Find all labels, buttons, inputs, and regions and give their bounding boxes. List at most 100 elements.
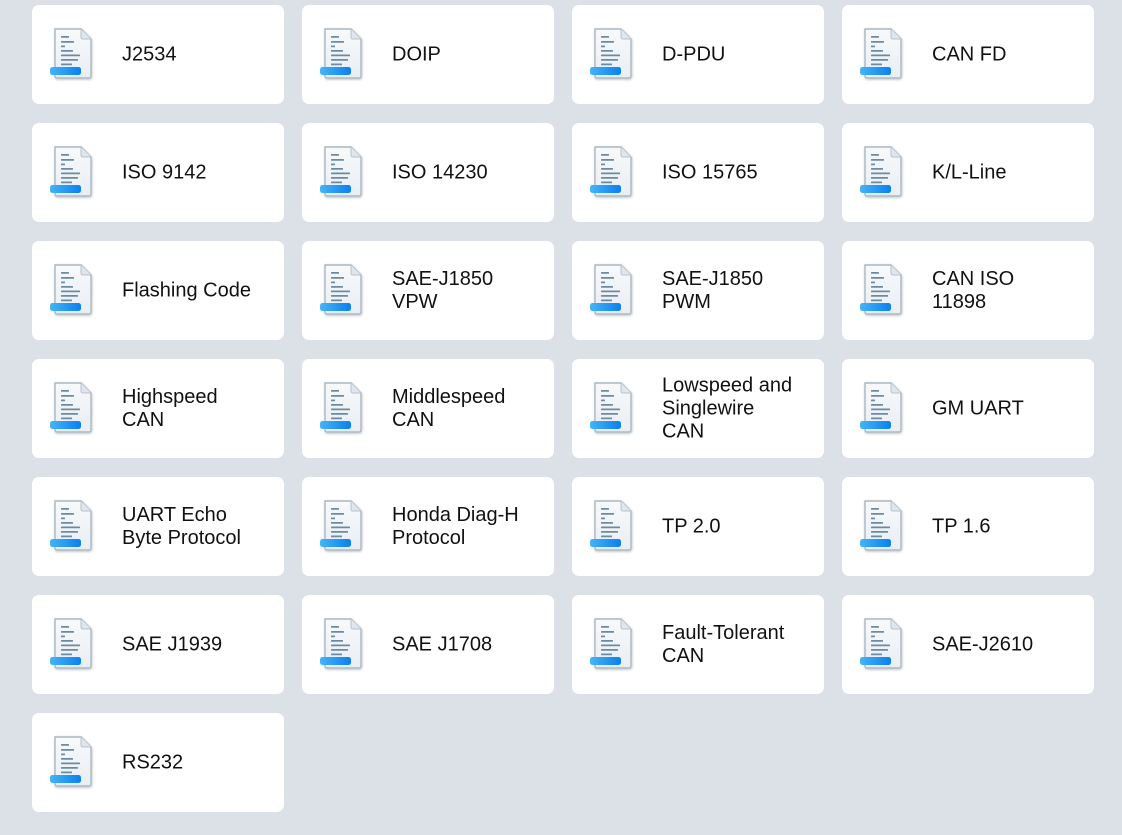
protocol-label: Highspeed CAN (122, 386, 274, 432)
document-icon (858, 616, 908, 672)
document-icon (318, 26, 368, 82)
protocol-label: ISO 15765 (662, 161, 814, 184)
protocol-label-line: K/L-Line (932, 161, 1007, 183)
protocol-label-line: VPW (392, 290, 438, 313)
protocol-label: J2534 (122, 43, 274, 66)
protocol-label: Honda Diag-H Protocol (392, 504, 544, 550)
protocol-label: SAE-J2610 (932, 633, 1084, 656)
protocol-label-line: SAE J1939 (122, 633, 223, 655)
document-icon (318, 262, 368, 318)
protocol-label-line: J2534 (122, 43, 177, 65)
document-icon (858, 144, 908, 200)
protocol-label-line: Highspeed (122, 385, 218, 408)
protocol-card-flashing-code[interactable]: Flashing Code (32, 241, 284, 340)
protocol-label-line: CAN (392, 408, 435, 431)
document-icon (48, 734, 98, 790)
document-icon (588, 144, 638, 200)
protocol-label: ISO 9142 (122, 161, 274, 184)
protocol-card-iso-15765[interactable]: ISO 15765 (572, 123, 824, 222)
document-icon (48, 262, 98, 318)
protocol-label: D-PDU (662, 43, 814, 66)
document-icon (48, 380, 98, 436)
protocol-label: RS232 (122, 751, 274, 774)
protocol-card-iso-14230[interactable]: ISO 14230 (302, 123, 554, 222)
protocol-label: SAE J1939 (122, 633, 274, 656)
protocol-label-line: PWM (662, 290, 711, 313)
protocol-label-line: DOIP (392, 43, 441, 65)
protocol-card-honda-diag-h-protocol[interactable]: Honda Diag-H Protocol (302, 477, 554, 576)
protocol-card-fault-tolerant-can[interactable]: Fault-Tolerant CAN (572, 595, 824, 694)
document-icon (858, 26, 908, 82)
document-icon (48, 144, 98, 200)
protocol-label-line: Byte Protocol (122, 526, 241, 549)
protocol-label-line: SAE J1708 (392, 633, 493, 655)
protocol-card-sae-j1708[interactable]: SAE J1708 (302, 595, 554, 694)
protocol-label-line: GM UART (932, 397, 1024, 419)
protocol-label-line: ISO 15765 (662, 161, 758, 183)
protocol-label-line: CAN (662, 644, 705, 667)
protocol-card-rs232[interactable]: RS232 (32, 713, 284, 812)
document-icon (858, 380, 908, 436)
protocol-label-line: TP 1.6 (932, 515, 991, 537)
protocol-card-gm-uart[interactable]: GM UART (842, 359, 1094, 458)
protocol-label: TP 1.6 (932, 515, 1084, 538)
document-icon (48, 498, 98, 554)
protocol-card-lowspeed-and-singlewire-can[interactable]: Lowspeed and Singlewire CAN (572, 359, 824, 458)
protocol-label-line: Singlewire (662, 397, 755, 419)
protocol-card-can-iso-11898[interactable]: CAN ISO 11898 (842, 241, 1094, 340)
document-icon (588, 26, 638, 82)
protocol-card-middlespeed-can[interactable]: Middlespeed CAN (302, 359, 554, 458)
protocol-card-doip[interactable]: DOIP (302, 5, 554, 104)
protocol-label-line: CAN FD (932, 43, 1007, 65)
protocol-label-line: Protocol (392, 526, 466, 549)
protocol-label-line: Honda Diag-H (392, 503, 519, 526)
protocol-label: SAE-J1850 VPW (392, 268, 544, 314)
protocol-label: UART Echo Byte Protocol (122, 504, 274, 550)
document-icon (318, 144, 368, 200)
protocol-card-can-fd[interactable]: CAN FD (842, 5, 1094, 104)
protocol-label: Fault-Tolerant CAN (662, 622, 814, 668)
protocol-label-line: TP 2.0 (662, 515, 721, 537)
protocol-card-d-pdu[interactable]: D-PDU (572, 5, 824, 104)
protocol-card-tp-1-6[interactable]: TP 1.6 (842, 477, 1094, 576)
protocol-label: CAN ISO 11898 (932, 268, 1084, 314)
protocol-card-sae-j1850-vpw[interactable]: SAE-J1850 VPW (302, 241, 554, 340)
protocol-card-sae-j1850-pwm[interactable]: SAE-J1850 PWM (572, 241, 824, 340)
document-icon (48, 616, 98, 672)
protocol-card-highspeed-can[interactable]: Highspeed CAN (32, 359, 284, 458)
protocol-label-line: SAE-J2610 (932, 633, 1034, 655)
protocol-card-j2534[interactable]: J2534 (32, 5, 284, 104)
protocol-label: Flashing Code (122, 279, 274, 302)
document-icon (858, 262, 908, 318)
protocol-label: DOIP (392, 43, 544, 66)
protocol-label: TP 2.0 (662, 515, 814, 538)
protocol-label-line: Fault-Tolerant (662, 621, 785, 644)
protocol-card-uart-echo-byte-protocol[interactable]: UART Echo Byte Protocol (32, 477, 284, 576)
protocol-label-line: Middlespeed (392, 385, 506, 408)
protocol-label-line: D-PDU (662, 43, 726, 65)
document-icon (588, 262, 638, 318)
document-icon (588, 616, 638, 672)
document-icon (858, 498, 908, 554)
protocol-card-sae-j2610[interactable]: SAE-J2610 (842, 595, 1094, 694)
protocol-label-line: CAN ISO (932, 267, 1015, 290)
protocol-card-k-l-line[interactable]: K/L-Line (842, 123, 1094, 222)
document-icon (318, 380, 368, 436)
protocol-card-iso-9142[interactable]: ISO 9142 (32, 123, 284, 222)
document-icon (318, 498, 368, 554)
protocol-label-line: ISO 9142 (122, 161, 207, 183)
document-icon (588, 380, 638, 436)
document-icon (588, 498, 638, 554)
protocol-label: Lowspeed and Singlewire CAN (662, 374, 814, 443)
protocol-card-sae-j1939[interactable]: SAE J1939 (32, 595, 284, 694)
document-icon (318, 616, 368, 672)
protocol-label: SAE J1708 (392, 633, 544, 656)
protocol-card-tp-2-0[interactable]: TP 2.0 (572, 477, 824, 576)
protocol-label-line: SAE-J1850 (662, 267, 764, 290)
protocol-label: K/L-Line (932, 161, 1084, 184)
protocol-label: Middlespeed CAN (392, 386, 544, 432)
protocol-label-line: UART Echo (122, 503, 227, 526)
protocol-label: SAE-J1850 PWM (662, 268, 814, 314)
document-icon (48, 26, 98, 82)
protocol-label-line: CAN (122, 408, 165, 431)
